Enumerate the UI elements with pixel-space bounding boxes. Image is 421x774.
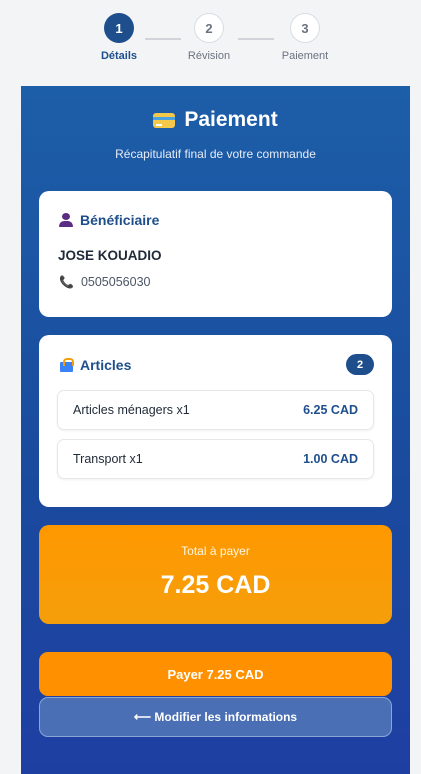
articles-count-badge: 2 (346, 354, 374, 375)
article-price: 6.25 CAD (303, 403, 358, 417)
phone-icon: 📞 (59, 275, 74, 289)
beneficiary-heading: Bénéficiaire (59, 212, 159, 228)
step-number: 2 (194, 13, 224, 43)
total-box: Total à payer 7.25 CAD (39, 525, 392, 624)
step-number: 3 (290, 13, 320, 43)
page-subtitle: Récapitulatif final de votre commande (115, 147, 316, 161)
articles-heading: Articles (60, 357, 131, 373)
step-label: Révision (187, 50, 231, 62)
list-item: Transport x1 1.00 CAD (57, 439, 374, 479)
credit-card-icon (153, 112, 176, 128)
stepper: 1 Détails 2 Révision 3 Paiement (0, 0, 421, 86)
phone-number: 0505056030 (80, 275, 151, 289)
edit-info-button[interactable]: ⟵ Modifier les informations (39, 697, 392, 737)
beneficiary-name: JOSE KOUADIO (58, 248, 162, 263)
beneficiary-heading-text: Bénéficiaire (80, 212, 160, 228)
step-details[interactable]: 1 Détails (74, 13, 164, 62)
step-paiement[interactable]: 3 Paiement (260, 13, 350, 62)
articles-card: Articles 2 Articles ménagers x1 6.25 CAD… (39, 335, 392, 507)
pay-button[interactable]: Payer 7.25 CAD (39, 652, 392, 696)
total-value: 7.25 CAD (160, 571, 271, 599)
articles-heading-text: Articles (80, 357, 132, 373)
page-title-text: Paiement (184, 108, 278, 131)
beneficiary-card: Bénéficiaire JOSE KOUADIO 📞 0505056030 (39, 191, 392, 317)
article-name: Articles ménagers x1 (73, 403, 190, 417)
article-name: Transport x1 (73, 452, 143, 466)
shopping-bag-icon (60, 358, 74, 372)
step-label: Détails (100, 50, 138, 62)
article-price: 1.00 CAD (303, 452, 358, 466)
payment-panel: Paiement Récapitulatif final de votre co… (21, 86, 410, 774)
person-icon (59, 213, 73, 227)
step-label: Paiement (281, 50, 329, 62)
total-label: Total à payer (181, 544, 250, 558)
list-item: Articles ménagers x1 6.25 CAD (57, 390, 374, 430)
step-revision[interactable]: 2 Révision (164, 13, 254, 62)
beneficiary-phone: 📞 0505056030 (59, 275, 150, 289)
page-title: Paiement (21, 108, 410, 132)
step-number: 1 (104, 13, 134, 43)
